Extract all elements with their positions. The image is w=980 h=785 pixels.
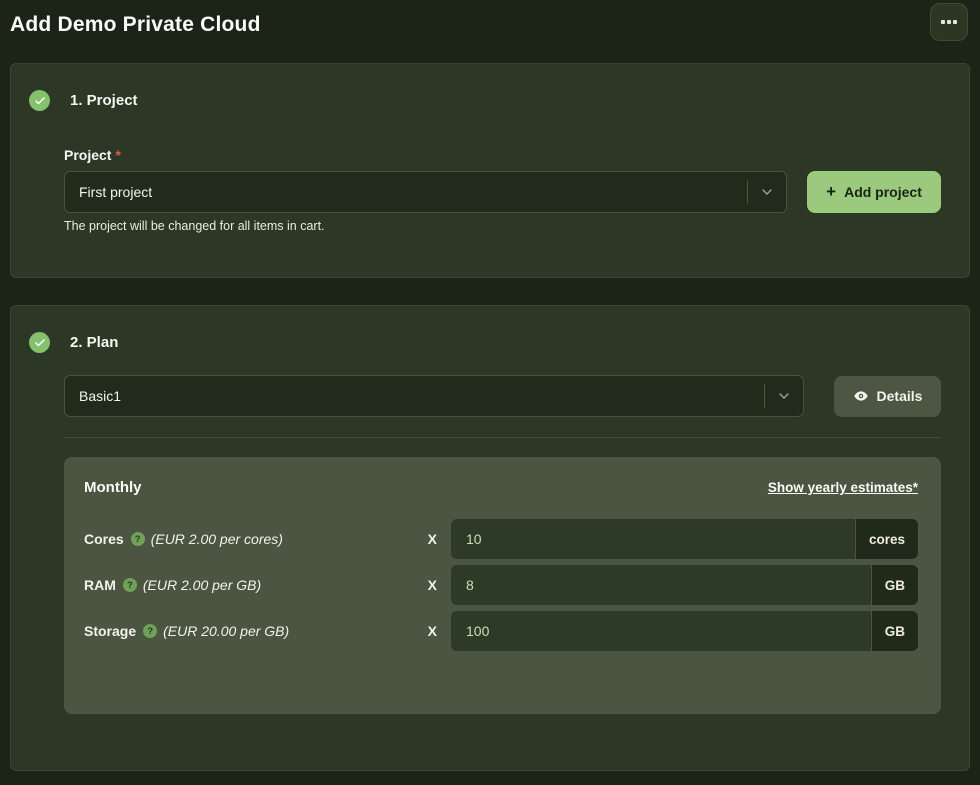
project-step-header: 1. Project xyxy=(29,90,941,111)
project-step-title: 1. Project xyxy=(70,92,138,109)
details-button-label: Details xyxy=(877,388,923,404)
pricing-row-storage: Storage ? (EUR 20.00 per GB) X GB xyxy=(84,611,918,651)
section-divider xyxy=(64,437,941,438)
pricing-period-title: Monthly xyxy=(84,479,142,496)
storage-input-group: GB xyxy=(451,611,918,651)
pricing-row-cores: Cores ? (EUR 2.00 per cores) X cores xyxy=(84,519,918,559)
check-circle-icon xyxy=(29,90,50,111)
project-content: Project* First project + Add project The… xyxy=(64,147,941,233)
project-section: 1. Project Project* First project + Add … xyxy=(10,63,970,278)
project-select[interactable]: First project xyxy=(64,171,787,213)
cores-input-group: cores xyxy=(451,519,918,559)
eye-icon xyxy=(853,388,869,404)
plan-select-value: Basic1 xyxy=(65,388,764,404)
project-control-row: First project + Add project xyxy=(64,171,941,213)
chevron-down-icon xyxy=(765,388,803,404)
cores-label: Cores ? (EUR 2.00 per cores) xyxy=(84,531,428,547)
cores-name: Cores xyxy=(84,531,124,547)
help-icon[interactable]: ? xyxy=(143,624,157,638)
more-options-button[interactable] xyxy=(930,3,968,41)
cores-input[interactable] xyxy=(451,519,855,559)
check-circle-icon xyxy=(29,332,50,353)
ellipsis-icon xyxy=(953,20,957,24)
ellipsis-icon xyxy=(947,20,951,24)
plan-step-header: 2. Plan xyxy=(29,332,941,353)
ram-input[interactable] xyxy=(451,565,871,605)
cores-price-note: (EUR 2.00 per cores) xyxy=(151,531,283,547)
plan-section: 2. Plan Basic1 Details Monthly Show y xyxy=(10,305,970,771)
chevron-down-icon xyxy=(748,184,786,200)
multiplier-x: X xyxy=(428,531,437,547)
plan-step-title: 2. Plan xyxy=(70,334,118,351)
details-button[interactable]: Details xyxy=(834,376,941,417)
page-header: Add Demo Private Cloud xyxy=(0,0,980,63)
multiplier-x: X xyxy=(428,577,437,593)
storage-unit-addon: GB xyxy=(872,611,918,651)
page-title: Add Demo Private Cloud xyxy=(10,13,968,37)
ram-label: RAM ? (EUR 2.00 per GB) xyxy=(84,577,428,593)
plan-select[interactable]: Basic1 xyxy=(64,375,804,417)
plus-icon: + xyxy=(826,183,836,200)
required-marker: * xyxy=(115,147,120,163)
add-project-button[interactable]: + Add project xyxy=(807,171,941,213)
storage-input[interactable] xyxy=(451,611,871,651)
ellipsis-icon xyxy=(941,20,945,24)
project-field-label: Project* xyxy=(64,147,941,163)
multiplier-x: X xyxy=(428,623,437,639)
project-field-label-text: Project xyxy=(64,147,111,163)
plan-control-row: Basic1 Details xyxy=(64,375,941,417)
add-project-button-label: Add project xyxy=(844,184,922,200)
pricing-row-ram: RAM ? (EUR 2.00 per GB) X GB xyxy=(84,565,918,605)
ram-name: RAM xyxy=(84,577,116,593)
storage-price-note: (EUR 20.00 per GB) xyxy=(163,623,289,639)
plan-content: Basic1 Details Monthly Show yearly estim… xyxy=(64,375,941,714)
cores-unit-addon: cores xyxy=(856,519,918,559)
ram-price-note: (EUR 2.00 per GB) xyxy=(143,577,261,593)
ram-input-group: GB xyxy=(451,565,918,605)
project-select-value: First project xyxy=(65,184,747,200)
pricing-panel: Monthly Show yearly estimates* Cores ? (… xyxy=(64,457,941,714)
project-helper-text: The project will be changed for all item… xyxy=(64,219,941,233)
show-yearly-estimates-link[interactable]: Show yearly estimates* xyxy=(768,480,918,495)
help-icon[interactable]: ? xyxy=(131,532,145,546)
ram-unit-addon: GB xyxy=(872,565,918,605)
storage-label: Storage ? (EUR 20.00 per GB) xyxy=(84,623,428,639)
storage-name: Storage xyxy=(84,623,136,639)
pricing-header: Monthly Show yearly estimates* xyxy=(84,479,918,496)
help-icon[interactable]: ? xyxy=(123,578,137,592)
